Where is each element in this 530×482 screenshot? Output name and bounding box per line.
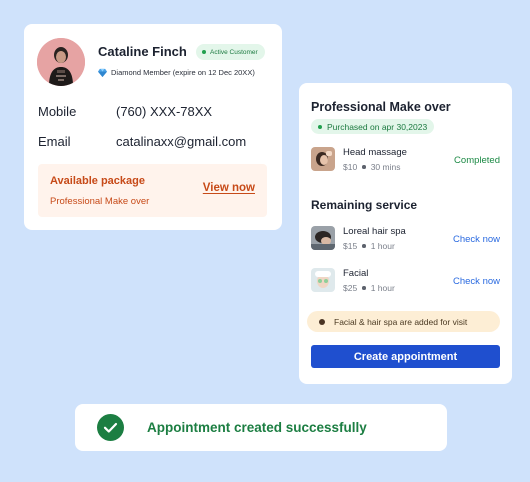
email-label: Email bbox=[38, 134, 71, 149]
membership-text: Diamond Member (expire on 12 Dec 20XX) bbox=[111, 68, 255, 77]
head-massage-thumbnail-icon bbox=[311, 147, 335, 171]
facial-thumbnail-icon bbox=[311, 268, 335, 292]
completed-status: Completed bbox=[454, 155, 500, 166]
service-duration: 30 mins bbox=[370, 162, 401, 172]
purchased-dot-icon bbox=[318, 124, 322, 129]
success-toast: Appointment created successfully bbox=[75, 404, 447, 451]
service-name: Facial bbox=[343, 268, 369, 279]
mobile-value: (760) XXX-78XX bbox=[116, 104, 213, 119]
hair-spa-thumbnail-icon bbox=[311, 226, 335, 250]
note-dot-icon bbox=[319, 318, 325, 325]
customer-profile-card: Cataline Finch Active Customer Diamond M… bbox=[24, 24, 282, 230]
service-duration: 1 hour bbox=[370, 283, 395, 293]
service-price: $25 bbox=[343, 283, 358, 293]
service-duration: 1 hour bbox=[370, 241, 395, 251]
status-badge: Active Customer bbox=[196, 44, 265, 60]
remaining-service-item: Facial $25 1 hour Check now bbox=[311, 268, 501, 294]
package-name: Professional Make over bbox=[50, 196, 150, 207]
completed-service-item: Head massage $10 30 mins Completed bbox=[311, 147, 501, 173]
membership-info: Diamond Member (expire on 12 Dec 20XX) bbox=[98, 68, 255, 77]
service-name: Loreal hair spa bbox=[343, 226, 406, 237]
available-package-box: Available package Professional Make over… bbox=[38, 164, 267, 217]
remaining-service-title: Remaining service bbox=[311, 198, 418, 212]
separator-dot-icon bbox=[362, 286, 366, 290]
service-name: Head massage bbox=[343, 147, 407, 158]
service-price: $15 bbox=[343, 241, 358, 251]
service-meta: $10 30 mins bbox=[343, 162, 400, 172]
view-now-link[interactable]: View now bbox=[203, 182, 255, 194]
email-value: catalinaxx@gmail.com bbox=[116, 134, 247, 149]
note-text: Facial & hair spa are added for visit bbox=[334, 316, 468, 327]
create-appointment-button[interactable]: Create appointment bbox=[311, 345, 500, 368]
toast-message: Appointment created successfully bbox=[147, 420, 367, 435]
diamond-icon bbox=[98, 68, 107, 77]
package-title: Available package bbox=[50, 175, 145, 187]
status-badge-label: Active Customer bbox=[210, 48, 258, 56]
package-service-card: Professional Make over Purchased on apr … bbox=[299, 83, 512, 384]
separator-dot-icon bbox=[362, 165, 366, 169]
user-avatar-icon bbox=[37, 38, 85, 86]
customer-name: Cataline Finch bbox=[98, 44, 187, 59]
check-now-link[interactable]: Check now bbox=[453, 234, 500, 245]
status-dot-icon bbox=[202, 50, 206, 54]
mobile-label: Mobile bbox=[38, 104, 77, 119]
separator-dot-icon bbox=[362, 244, 366, 248]
check-now-link[interactable]: Check now bbox=[453, 276, 500, 287]
visit-note: Facial & hair spa are added for visit bbox=[307, 311, 500, 332]
check-circle-icon bbox=[97, 414, 124, 441]
remaining-service-item: Loreal hair spa $15 1 hour Check now bbox=[311, 226, 501, 252]
avatar bbox=[37, 38, 85, 86]
service-price: $10 bbox=[343, 162, 358, 172]
purchased-text: Purchased on apr 30,2023 bbox=[327, 121, 428, 132]
package-title: Professional Make over bbox=[311, 100, 451, 114]
service-meta: $25 1 hour bbox=[343, 283, 395, 293]
service-meta: $15 1 hour bbox=[343, 241, 395, 251]
purchased-badge: Purchased on apr 30,2023 bbox=[311, 119, 435, 134]
